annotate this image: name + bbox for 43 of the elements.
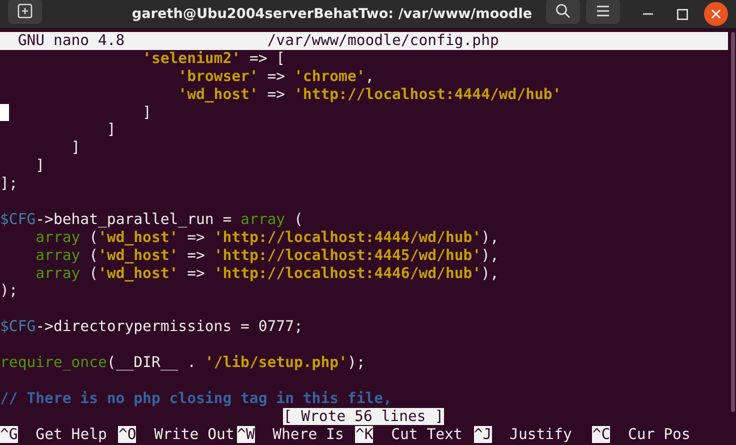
- window-title: gareth@Ubu2004serverBehatTwo: /var/www/moodle: [130, 6, 534, 22]
- search-icon: [555, 3, 571, 19]
- close-button[interactable]: [704, 2, 728, 26]
- maximize-icon: [676, 8, 688, 20]
- code-comment: // There is no php closing tag in this file,: [0, 390, 393, 408]
- menu-button[interactable]: [586, 0, 620, 24]
- code-line: ]: [106, 121, 117, 140]
- scrollbar[interactable]: [731, 32, 735, 412]
- shortcut-key: ^G: [0, 426, 18, 443]
- code-line: 'wd_host' => 'http://localhost:4444/wd/hub': [177, 86, 562, 104]
- code-line: array ('wd_host' => 'http://localhost:4445/wd/hub'),: [34, 246, 500, 265]
- shortcut-label: Get Help: [36, 426, 107, 443]
- code-line: ]: [0, 104, 728, 122]
- search-button[interactable]: [546, 0, 580, 24]
- new-tab-button[interactable]: [8, 0, 42, 24]
- code-line: ]: [70, 139, 82, 158]
- code-line: );: [0, 282, 19, 300]
- shortcut-label: Cut Text: [391, 426, 462, 443]
- code-line: $CFG->behat_parallel_run = array (: [0, 210, 304, 229]
- code-line: array ('wd_host' => 'http://localhost:4446/wd/hub'),: [34, 264, 500, 282]
- shortcut-key: ^J: [474, 426, 492, 443]
- minimize-icon: [643, 13, 653, 15]
- new-tab-icon: [17, 3, 33, 19]
- code-line: 'selenium2' => [: [142, 50, 286, 68]
- shortcut-key: ^O: [118, 426, 136, 443]
- shortcut-label: Cur Pos: [628, 426, 690, 443]
- code-line: require_once(__DIR__ . '/lib/setup.php');: [0, 354, 366, 372]
- menu-icon: [596, 5, 610, 17]
- code-line: array ('wd_host' => 'http://localhost:4444/wd/hub'),: [34, 228, 500, 247]
- close-icon: [711, 9, 721, 19]
- shortcut-label: Justify: [510, 426, 572, 443]
- shortcut-label: Write Out: [154, 426, 234, 443]
- shortcut-label: Where Is: [272, 426, 344, 443]
- editor-version: GNU nano 4.8: [18, 32, 125, 49]
- status-message: [ Wrote 56 lines ]: [283, 408, 444, 425]
- code-line: 'browser' => 'chrome',: [177, 68, 376, 86]
- shortcut-key: ^K: [355, 426, 374, 443]
- file-path: /var/www/moodle/config.php: [267, 32, 499, 49]
- code-line: ];: [0, 175, 19, 194]
- shortcut-key: ^C: [592, 426, 610, 443]
- shortcut-key: ^W: [236, 426, 255, 443]
- code-line: $CFG->directorypermissions = 0777;: [0, 318, 304, 336]
- code-line: ]: [34, 157, 46, 176]
